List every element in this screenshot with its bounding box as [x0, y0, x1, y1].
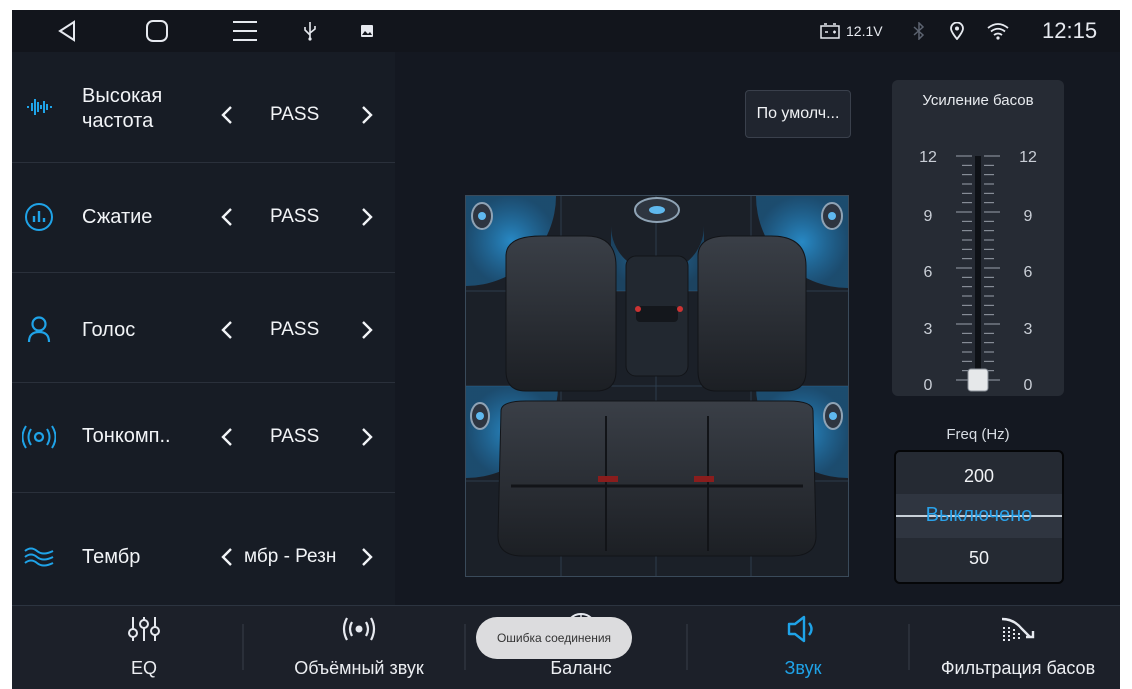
- prev-arrow-button[interactable]: [212, 315, 242, 345]
- person-icon: [22, 312, 56, 346]
- sound-effects-panel: Высокая частота PASS Сжатие PASS Голос P…: [12, 52, 395, 605]
- bass-boost-panel: Усиление басов 12 9 6 3 0 12 9 6 3 0: [892, 80, 1064, 396]
- prev-arrow-button[interactable]: [212, 422, 242, 452]
- sliders-icon: [44, 612, 244, 646]
- tab-bass-filter[interactable]: Фильтрация басов: [918, 606, 1118, 689]
- tab-label: EQ: [130, 658, 157, 678]
- tab-label: Фильтрация басов: [940, 658, 1096, 678]
- row-compression: Сжатие PASS: [12, 162, 395, 273]
- row-label: Тембр: [82, 546, 141, 568]
- usb-icon: [298, 10, 322, 52]
- radio-waves-icon: [22, 420, 56, 454]
- bass-filter-icon: [918, 612, 1118, 646]
- bass-boost-title: Усиление басов: [922, 92, 1034, 109]
- row-label-line2: частота: [82, 110, 154, 132]
- tab-divider: [908, 624, 910, 670]
- scale-left-9: 9: [923, 208, 933, 225]
- next-arrow-button[interactable]: [352, 542, 382, 572]
- row-label-line1: Высокая: [82, 85, 163, 107]
- prev-arrow-button[interactable]: [212, 202, 242, 232]
- scale-left-12: 12: [919, 149, 937, 166]
- row-label: Тонкомп..: [82, 425, 171, 447]
- wifi-icon: [984, 10, 1012, 52]
- tab-label: Баланс: [550, 658, 612, 678]
- freq-option-50[interactable]: 50: [896, 548, 1062, 569]
- speaker-icon: [708, 612, 898, 646]
- row-label: Сжатие: [82, 206, 153, 228]
- battery-voltage: 12.1V: [846, 23, 883, 39]
- row-loudness: Тонкомп.. PASS: [12, 382, 395, 493]
- freq-option-off[interactable]: Выключено: [896, 504, 1062, 527]
- prev-arrow-button[interactable]: [212, 100, 242, 130]
- car-interior-view[interactable]: [465, 195, 849, 577]
- prev-arrow-button[interactable]: [212, 542, 242, 572]
- next-arrow-button[interactable]: [352, 315, 382, 345]
- tab-divider: [464, 624, 466, 670]
- tab-eq[interactable]: EQ: [44, 606, 244, 689]
- scale-right-12: 12: [1019, 149, 1037, 166]
- tab-surround[interactable]: Объёмный звук: [264, 606, 454, 689]
- status-bar: 12.1V 12:15: [12, 10, 1120, 52]
- scale-right-6: 6: [1023, 264, 1033, 281]
- clock: 12:15: [1042, 18, 1098, 43]
- car-seats-illustration: [466, 196, 848, 576]
- next-arrow-button[interactable]: [352, 202, 382, 232]
- image-icon: [356, 10, 378, 52]
- scale-right-0: 0: [1023, 377, 1033, 394]
- next-arrow-button[interactable]: [352, 422, 382, 452]
- row-label: Голос: [82, 319, 136, 341]
- freq-option-200[interactable]: 200: [896, 466, 1062, 487]
- scale-left-0: 0: [923, 377, 933, 394]
- row-voice: Голос PASS: [12, 272, 395, 383]
- tab-label: Объёмный звук: [294, 658, 424, 678]
- equalizer-wave-icon: [22, 90, 56, 124]
- back-icon[interactable]: [50, 10, 84, 52]
- surround-icon: [264, 612, 454, 646]
- bars-circle-icon: [22, 200, 56, 234]
- toast-message: Ошибка соединения: [476, 617, 632, 659]
- battery-icon: [818, 10, 842, 52]
- scale-right-9: 9: [1023, 208, 1033, 225]
- freq-picker[interactable]: 200 Выключено 50: [894, 450, 1064, 584]
- scale-right-3: 3: [1023, 321, 1033, 338]
- bluetooth-icon: [908, 10, 930, 52]
- scale-left-3: 3: [923, 321, 933, 338]
- home-icon[interactable]: [140, 10, 174, 52]
- main-area: По умолч... Усиление басов 12 9 6 3 0 12…: [395, 52, 1120, 605]
- tab-sound[interactable]: Звук: [708, 606, 898, 689]
- menu-icon[interactable]: [228, 10, 262, 52]
- tab-divider: [242, 624, 244, 670]
- next-arrow-button[interactable]: [352, 100, 382, 130]
- scale-left-6: 6: [923, 264, 933, 281]
- location-icon: [946, 10, 968, 52]
- row-timbre: Тембр мбр - Резн: [12, 492, 395, 602]
- tab-divider: [686, 624, 688, 670]
- tab-label: Звук: [784, 658, 822, 678]
- waves-icon: [22, 540, 56, 574]
- default-button[interactable]: По умолч...: [745, 90, 851, 138]
- bass-boost-slider[interactable]: [948, 150, 1008, 400]
- freq-title: Freq (Hz): [946, 426, 1010, 443]
- slider-thumb[interactable]: [967, 368, 989, 392]
- row-value: мбр - Резн: [244, 546, 337, 567]
- row-high-frequency: Высокая частота PASS: [12, 52, 395, 163]
- app-screen: 12.1V 12:15 Высокая частота PASS Сжатие …: [12, 10, 1120, 689]
